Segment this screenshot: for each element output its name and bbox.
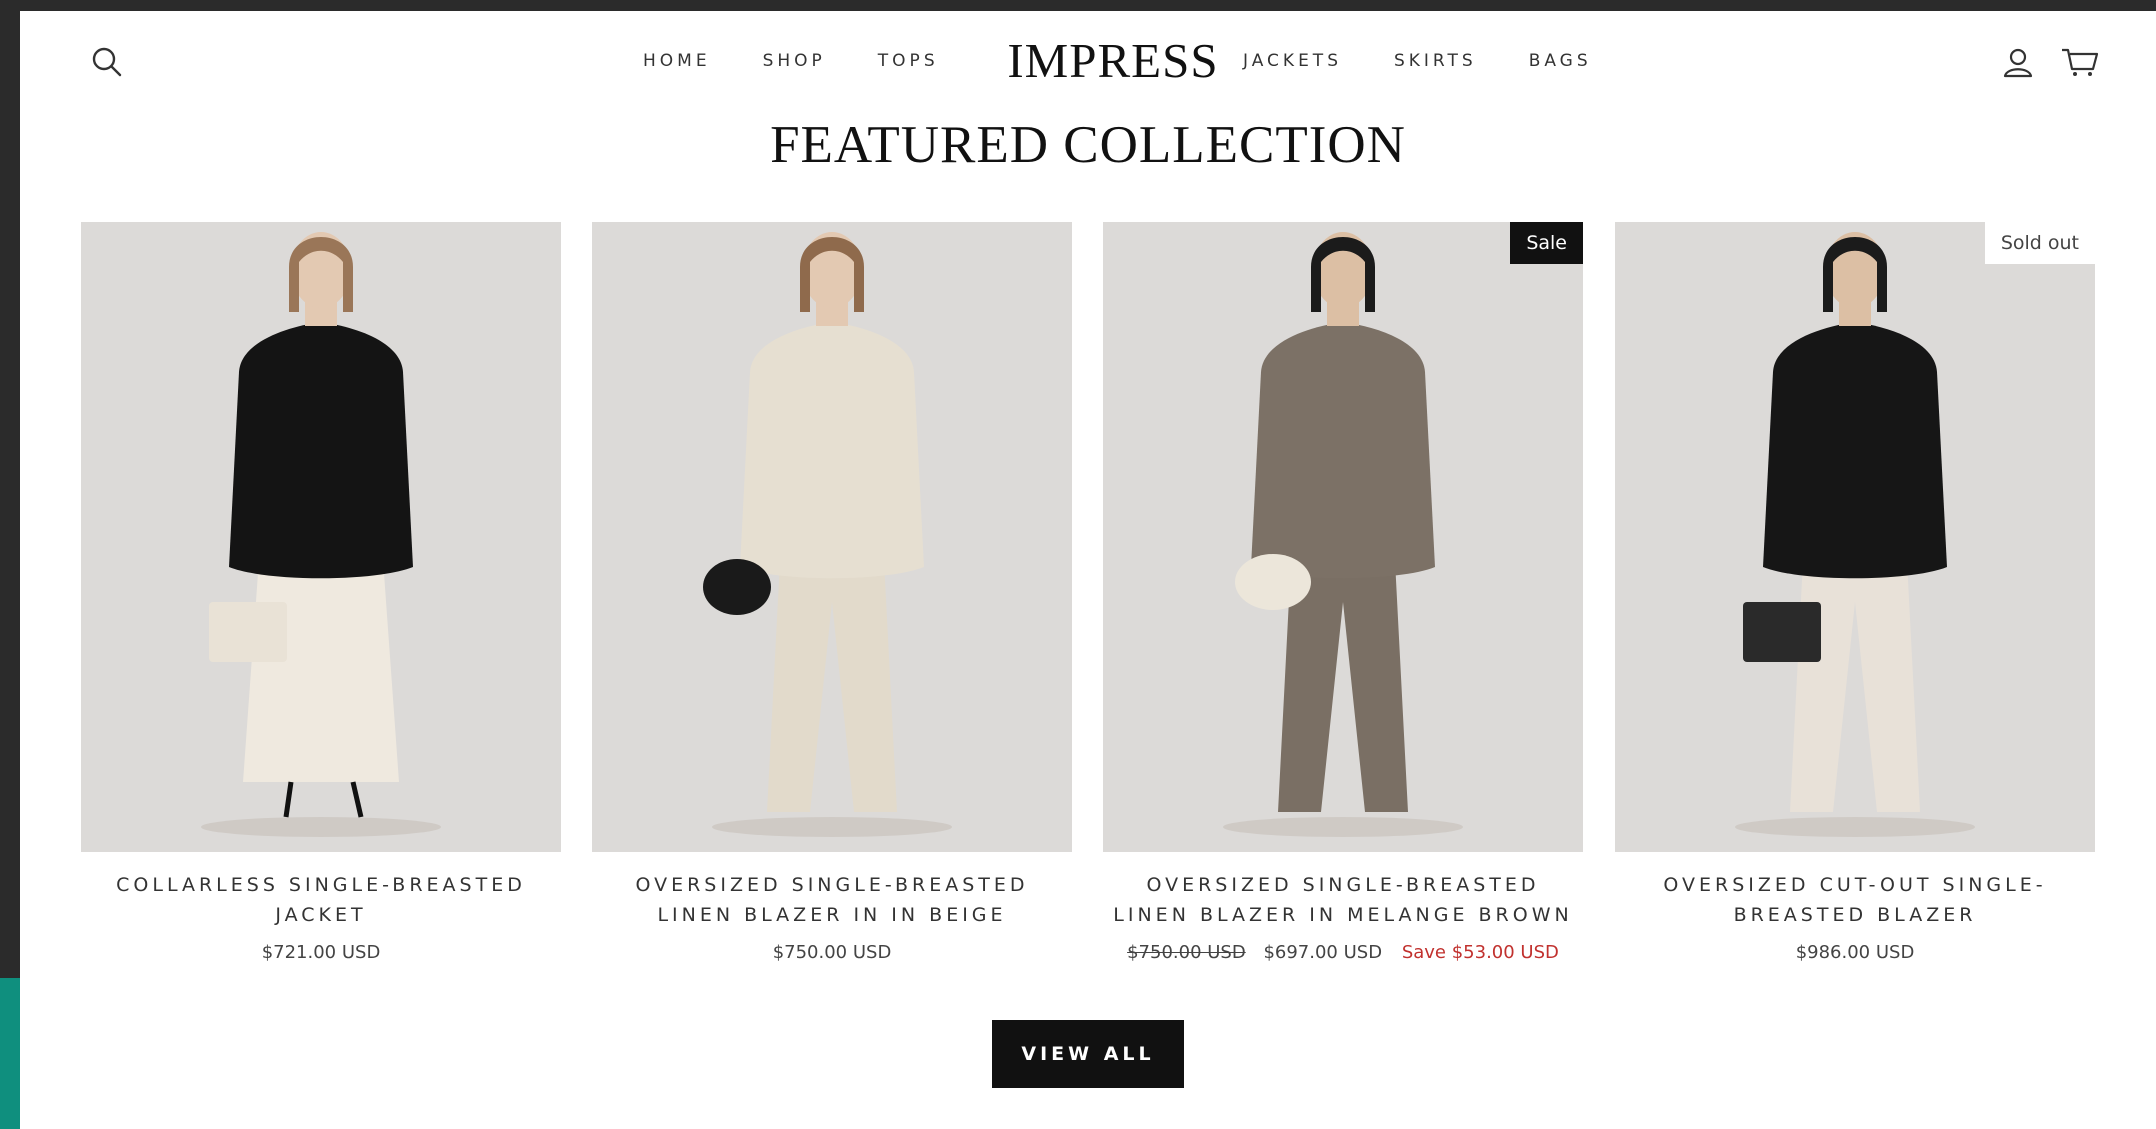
product-image[interactable]: Sold out: [1615, 222, 2095, 852]
product-price-row: $750.00 USD: [592, 942, 1072, 963]
product-image[interactable]: [592, 222, 1072, 852]
site-header: HOME SHOP TOPS IMPRESS JACKETS SKIRTS BA…: [20, 11, 2156, 111]
product-price: $721.00 USD: [261, 942, 381, 963]
product-title[interactable]: OVERSIZED CUT-OUT SINGLE-BREASTED BLAZER: [1625, 870, 2085, 930]
main-nav-right: JACKETS SKIRTS BAGS: [1243, 41, 1592, 81]
product-price: $986.00 USD: [1795, 942, 1915, 963]
cart-icon: [2062, 48, 2099, 76]
account-button[interactable]: [1993, 37, 2043, 87]
model-photo: [1223, 232, 1463, 837]
product-card[interactable]: Sale OVERSIZED SINGLE-BREASTED LINEN BLA…: [1103, 222, 1583, 963]
product-image[interactable]: Sale: [1103, 222, 1583, 852]
product-price-row: $750.00 USD $697.00 USD Save $53.00 USD: [1103, 942, 1583, 963]
search-icon: [92, 47, 122, 77]
sold-out-badge: Sold out: [1984, 222, 2095, 264]
savings-label: Save $53.00 USD: [1401, 942, 1559, 963]
nav-bags[interactable]: BAGS: [1529, 51, 1592, 71]
product-card[interactable]: COLLARLESS SINGLE-BREASTED JACKET $721.0…: [81, 222, 561, 963]
product-title[interactable]: OVERSIZED SINGLE-BREASTED LINEN BLAZER I…: [602, 870, 1062, 930]
product-price: $697.00 USD: [1263, 942, 1383, 963]
product-price: $750.00 USD: [772, 942, 892, 963]
model-photo: [201, 232, 441, 837]
product-title[interactable]: COLLARLESS SINGLE-BREASTED JACKET: [91, 870, 551, 930]
cart-button[interactable]: [2053, 37, 2107, 87]
product-image[interactable]: [81, 222, 561, 852]
accent-strip: [0, 978, 20, 1129]
sale-badge: Sale: [1510, 222, 1583, 264]
nav-tops[interactable]: TOPS: [878, 51, 939, 71]
product-card[interactable]: OVERSIZED SINGLE-BREASTED LINEN BLAZER I…: [592, 222, 1072, 963]
user-icon: [2003, 48, 2033, 78]
site-logo[interactable]: IMPRESS: [990, 31, 1236, 91]
product-title[interactable]: OVERSIZED SINGLE-BREASTED LINEN BLAZER I…: [1113, 870, 1573, 930]
product-card[interactable]: Sold out OVERSIZED CUT-OUT SINGLE-BREAST…: [1615, 222, 2095, 963]
search-button[interactable]: [82, 37, 132, 87]
view-all-button[interactable]: VIEW ALL: [992, 1020, 1184, 1088]
nav-skirts[interactable]: SKIRTS: [1394, 51, 1477, 71]
product-price-row: $986.00 USD: [1615, 942, 2095, 963]
compare-at-price: $750.00 USD: [1127, 942, 1246, 963]
main-nav-left: HOME SHOP TOPS: [643, 41, 939, 81]
nav-shop[interactable]: SHOP: [763, 51, 826, 71]
nav-home[interactable]: HOME: [643, 51, 711, 71]
storefront-page: HOME SHOP TOPS IMPRESS JACKETS SKIRTS BA…: [20, 11, 2156, 1129]
section-title: FEATURED COLLECTION: [770, 116, 1406, 174]
model-photo: [1735, 232, 1975, 837]
model-photo: [703, 232, 952, 837]
product-price-row: $721.00 USD: [81, 942, 561, 963]
nav-jackets[interactable]: JACKETS: [1243, 51, 1342, 71]
